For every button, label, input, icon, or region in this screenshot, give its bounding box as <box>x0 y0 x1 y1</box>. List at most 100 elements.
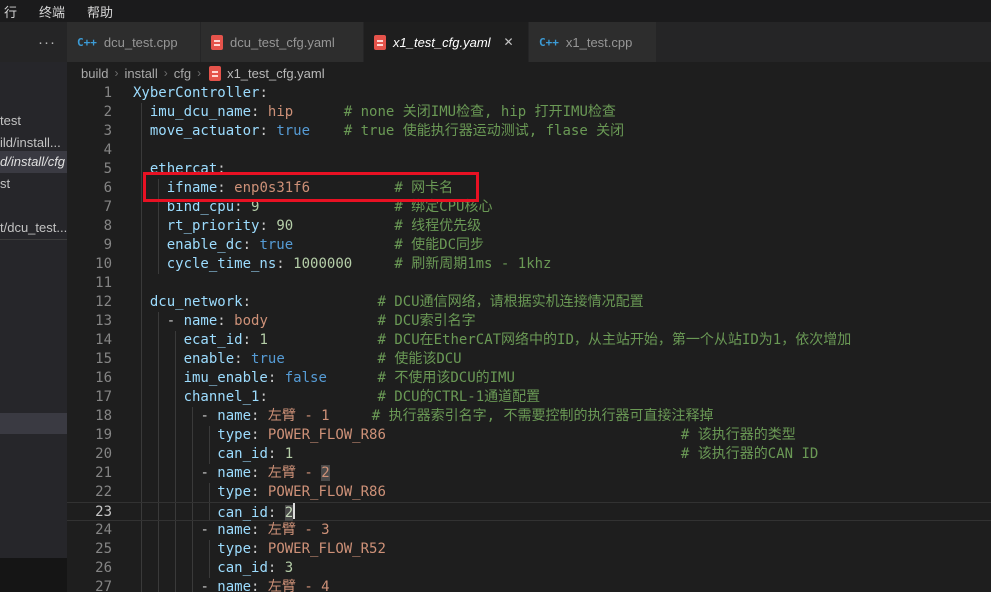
line-number: 20 <box>67 445 133 464</box>
code-line[interactable]: 15 enable: true # 使能该DCU <box>67 350 991 369</box>
sidebar-item[interactable]: test <box>0 110 67 132</box>
line-number: 23 <box>67 503 133 520</box>
indent-guide <box>158 369 159 388</box>
menu-item[interactable]: 行 <box>4 2 17 21</box>
yaml-file-icon <box>211 35 223 50</box>
breadcrumb-item[interactable]: build <box>81 66 108 81</box>
line-number: 3 <box>67 122 133 141</box>
sidebar-item[interactable]: t/dcu_test... <box>0 217 67 239</box>
text-cursor <box>293 503 295 519</box>
menu-item[interactable]: 帮助 <box>87 2 113 21</box>
code-line[interactable]: 12 dcu_network: # DCU通信网络，请根据实机连接情况配置 <box>67 293 991 312</box>
line-number: 16 <box>67 369 133 388</box>
breadcrumb-item[interactable]: install <box>124 66 157 81</box>
yaml-file-icon <box>374 35 386 50</box>
line-number: 4 <box>67 141 133 160</box>
code-line[interactable]: 9 enable_dc: true # 使能DC同步 <box>67 236 991 255</box>
vscode-window: 行 终端 帮助 ··· C++dcu_test.cpp dcu_test_cfg.ya… <box>0 0 991 592</box>
code-text: ifname: enp0s31f6 # 网卡名 <box>133 179 991 198</box>
code-line[interactable]: 25 type: POWER_FLOW_R52 <box>67 540 991 559</box>
indent-guide <box>141 559 142 578</box>
menu-item[interactable]: 终端 <box>39 2 65 21</box>
menu-bar: 行 终端 帮助 <box>0 0 991 22</box>
sidebar-item[interactable]: st <box>0 173 67 195</box>
line-number: 26 <box>67 559 133 578</box>
code-line[interactable]: 7 bind_cpu: 9 # 绑定CPU核心 <box>67 198 991 217</box>
code-line[interactable]: 6 ifname: enp0s31f6 # 网卡名 <box>67 179 991 198</box>
code-text <box>133 274 991 293</box>
code-text: - name: 左臂 - 4 <box>133 578 991 592</box>
code-line[interactable]: 2 imu_dcu_name: hip # none 关闭IMU检查, hip … <box>67 103 991 122</box>
tab-dcu_test.cpp[interactable]: C++dcu_test.cpp <box>67 22 201 62</box>
code-line[interactable]: 20 can_id: 1 # 该执行器的CAN ID <box>67 445 991 464</box>
sidebar: testild/install...d/install/cfgstt/dcu_t… <box>0 62 67 592</box>
indent-guide <box>141 103 142 122</box>
code-line[interactable]: 13 - name: body # DCU索引名字 <box>67 312 991 331</box>
line-number: 17 <box>67 388 133 407</box>
line-number: 15 <box>67 350 133 369</box>
code-line[interactable]: 23 can_id: 2 <box>67 502 991 521</box>
indent-guide <box>141 331 142 350</box>
code-area[interactable]: 1XyberController:2 imu_dcu_name: hip # n… <box>67 84 991 592</box>
tab-x1_test.cpp[interactable]: C++x1_test.cpp <box>529 22 657 62</box>
indent-guide <box>175 407 176 426</box>
code-line[interactable]: 24 - name: 左臂 - 3 <box>67 521 991 540</box>
indent-guide <box>141 293 142 312</box>
code-line[interactable]: 4 <box>67 141 991 160</box>
indent-guide <box>141 312 142 331</box>
code-line[interactable]: 11 <box>67 274 991 293</box>
code-line[interactable]: 26 can_id: 3 <box>67 559 991 578</box>
indent-guide <box>158 578 159 592</box>
breadcrumb: build›install›cfg›x1_test_cfg.yaml <box>67 62 991 84</box>
indent-guide <box>158 503 159 520</box>
tab-label: dcu_test_cfg.yaml <box>230 35 335 50</box>
code-line[interactable]: 16 imu_enable: false # 不使用该DCU的IMU <box>67 369 991 388</box>
indent-guide <box>141 426 142 445</box>
indent-guide <box>141 369 142 388</box>
indent-guide <box>175 388 176 407</box>
sidebar-item[interactable]: d/install/cfg <box>0 151 67 173</box>
tab-dcu_test_cfg.yaml[interactable]: dcu_test_cfg.yaml <box>201 22 364 62</box>
indent-guide <box>158 445 159 464</box>
indent-guide <box>209 540 210 559</box>
code-line[interactable]: 3 move_actuator: true # true 使能执行器运动测试, … <box>67 122 991 141</box>
code-line[interactable]: 14 ecat_id: 1 # DCU在EtherCAT网络中的ID，从主站开始… <box>67 331 991 350</box>
indent-guide <box>175 350 176 369</box>
code-line[interactable]: 17 channel_1: # DCU的CTRL-1通道配置 <box>67 388 991 407</box>
line-number: 14 <box>67 331 133 350</box>
code-line[interactable]: 5 ethercat: <box>67 160 991 179</box>
code-line[interactable]: 18 - name: 左臂 - 1 # 执行器索引名字, 不需要控制的执行器可直… <box>67 407 991 426</box>
code-line[interactable]: 27 - name: 左臂 - 4 <box>67 578 991 592</box>
code-line[interactable]: 8 rt_priority: 90 # 线程优先级 <box>67 217 991 236</box>
indent-guide <box>175 559 176 578</box>
indent-guide <box>141 540 142 559</box>
line-number: 13 <box>67 312 133 331</box>
indent-guide <box>158 540 159 559</box>
indent-guide <box>192 521 193 540</box>
code-text: channel_1: # DCU的CTRL-1通道配置 <box>133 388 991 407</box>
sidebar-highlight-band[interactable] <box>0 413 67 434</box>
chevron-right-icon: › <box>197 66 201 80</box>
code-text: type: POWER_FLOW_R86 # 该执行器的类型 <box>133 426 991 445</box>
tab-x1_test_cfg.yaml[interactable]: x1_test_cfg.yaml✕ <box>364 22 529 62</box>
code-line[interactable]: 22 type: POWER_FLOW_R86 <box>67 483 991 502</box>
line-number: 24 <box>67 521 133 540</box>
more-actions-icon[interactable]: ··· <box>30 22 64 62</box>
chevron-right-icon: › <box>164 66 168 80</box>
editor-pane[interactable]: 1XyberController:2 imu_dcu_name: hip # n… <box>67 84 991 592</box>
line-number: 2 <box>67 103 133 122</box>
line-number: 7 <box>67 198 133 217</box>
breadcrumb-item[interactable]: cfg <box>174 66 191 81</box>
code-text: enable_dc: true # 使能DC同步 <box>133 236 991 255</box>
tab-label: x1_test.cpp <box>566 35 633 50</box>
close-icon[interactable]: ✕ <box>501 34 517 50</box>
code-line[interactable]: 21 - name: 左臂 - 2 <box>67 464 991 483</box>
code-line[interactable]: 1XyberController: <box>67 84 991 103</box>
line-number: 10 <box>67 255 133 274</box>
indent-guide <box>141 179 142 198</box>
code-line[interactable]: 19 type: POWER_FLOW_R86 # 该执行器的类型 <box>67 426 991 445</box>
indent-guide <box>158 179 159 198</box>
line-number: 12 <box>67 293 133 312</box>
breadcrumb-file[interactable]: x1_test_cfg.yaml <box>227 66 325 81</box>
code-line[interactable]: 10 cycle_time_ns: 1000000 # 刷新周期1ms - 1k… <box>67 255 991 274</box>
